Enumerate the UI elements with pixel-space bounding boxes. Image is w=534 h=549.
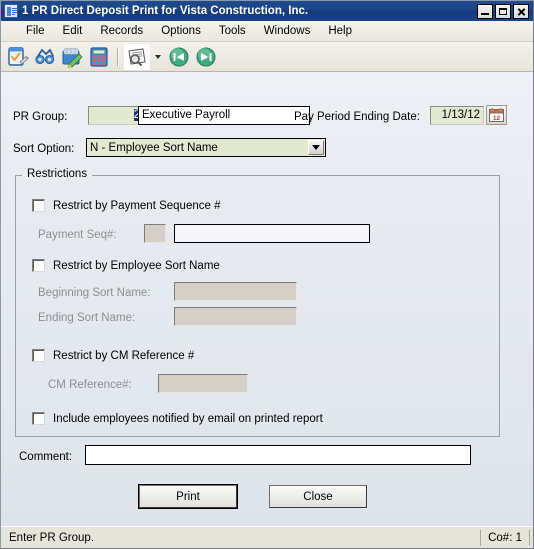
calculator-icon[interactable] (87, 45, 111, 69)
sort-option-label: Sort Option: (13, 143, 75, 155)
menu-item-edit[interactable]: Edit (54, 23, 92, 39)
pr-group-label: PR Group: (13, 111, 68, 123)
application-window: 1 PR Direct Deposit Print for Vista Cons… (0, 0, 534, 549)
status-message: Enter PR Group. (4, 529, 482, 546)
menu-item-records[interactable]: Records (91, 23, 152, 39)
beginning-sort-name-input[interactable] (174, 282, 297, 301)
ending-sort-name-label: Ending Sort Name: (38, 312, 136, 324)
restrict-by-cm-reference-label: Restrict by CM Reference # (53, 349, 195, 362)
ending-sort-name-input[interactable] (174, 307, 297, 326)
checkbox-box[interactable] (32, 412, 45, 425)
checkbox-box[interactable] (32, 349, 45, 362)
restrictions-groupbox: Restrictions Restrict by Payment Sequenc… (15, 168, 500, 437)
status-bar: Enter PR Group. Co#: 1 (1, 526, 533, 548)
toolbar-separator (117, 47, 119, 66)
menu-item-help[interactable]: Help (319, 23, 361, 39)
close-button-action[interactable]: Close (269, 485, 367, 508)
menu-item-tools[interactable]: Tools (210, 23, 255, 39)
print-preview-icon[interactable] (124, 43, 150, 70)
checkbox-box[interactable] (32, 199, 45, 212)
menu-item-options[interactable]: Options (152, 23, 210, 39)
restrict-by-cm-reference-checkbox[interactable]: Restrict by CM Reference # (32, 349, 194, 362)
menu-item-windows[interactable]: Windows (255, 23, 320, 39)
payment-seq-code-input[interactable] (144, 224, 166, 243)
pr-group-input[interactable]: 2 (88, 106, 144, 125)
status-company: Co#: 1 (481, 529, 530, 546)
close-button[interactable] (513, 3, 529, 19)
pr-group-description[interactable]: Executive Payroll (138, 106, 310, 125)
report-document-icon (4, 4, 18, 18)
window-controls (477, 3, 531, 19)
menu-bar: File Edit Records Options Tools Windows … (1, 21, 533, 42)
chevron-down-icon[interactable] (308, 140, 324, 155)
pay-period-ending-date-label: Pay Period Ending Date: (294, 111, 420, 123)
include-email-notified-label: Include employees notified by email on p… (53, 412, 323, 425)
menu-item-file[interactable]: File (17, 23, 54, 39)
checkbox-box[interactable] (32, 259, 45, 272)
restrict-by-employee-sort-name-checkbox[interactable]: Restrict by Employee Sort Name (32, 259, 220, 272)
previous-record-icon[interactable] (167, 45, 191, 69)
maximize-button[interactable] (495, 3, 511, 19)
beginning-sort-name-label: Beginning Sort Name: (38, 287, 151, 299)
notebook-pencil-icon[interactable] (60, 45, 84, 69)
window-title: 1 PR Direct Deposit Print for Vista Cons… (22, 5, 309, 17)
title-bar: 1 PR Direct Deposit Print for Vista Cons… (1, 1, 533, 21)
print-button[interactable]: Print (139, 485, 237, 508)
binoculars-find-icon[interactable] (33, 45, 57, 69)
restrict-by-payment-sequence-checkbox[interactable]: Restrict by Payment Sequence # (32, 199, 220, 212)
payment-seq-label: Payment Seq#: (38, 229, 117, 241)
svg-text:12: 12 (493, 115, 501, 122)
payment-seq-description-input[interactable] (174, 224, 370, 243)
calendar-icon[interactable]: 12 (486, 105, 507, 125)
form-client-area: PR Group: 2 Executive Payroll Pay Period… (1, 72, 533, 526)
comment-input[interactable] (85, 445, 471, 465)
toolbar (1, 42, 533, 72)
include-email-notified-checkbox[interactable]: Include employees notified by email on p… (32, 412, 323, 425)
cm-reference-label: CM Reference#: (48, 379, 132, 391)
restrictions-legend: Restrictions (24, 168, 91, 180)
minimize-button[interactable] (477, 3, 493, 19)
sort-option-value: N - Employee Sort Name (90, 141, 218, 154)
sort-option-dropdown[interactable]: N - Employee Sort Name (86, 138, 326, 157)
comment-label: Comment: (19, 451, 73, 463)
pay-period-ending-date-input[interactable]: 1/13/12 (430, 106, 484, 125)
restrict-by-employee-sort-name-label: Restrict by Employee Sort Name (53, 259, 220, 272)
print-preview-dropdown-caret[interactable] (153, 45, 163, 69)
restrict-by-payment-sequence-label: Restrict by Payment Sequence # (53, 199, 221, 212)
edit-record-icon[interactable] (6, 45, 30, 69)
next-record-icon[interactable] (194, 45, 218, 69)
cm-reference-input[interactable] (158, 374, 248, 393)
